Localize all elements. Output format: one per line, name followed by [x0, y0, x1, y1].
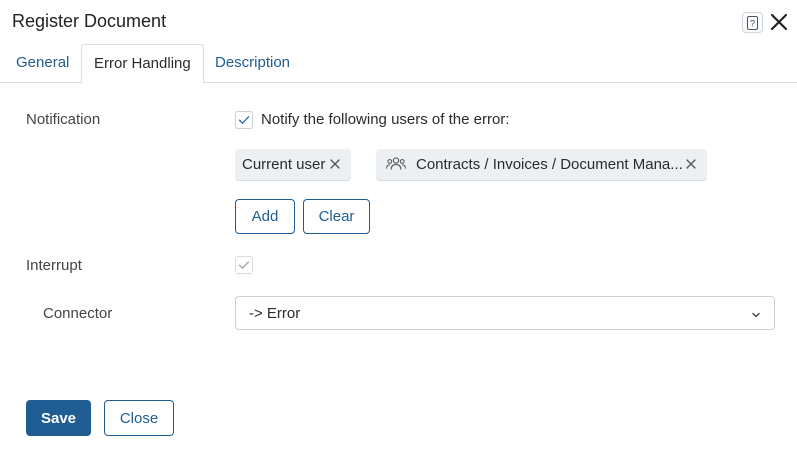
remove-chip-icon[interactable]: [683, 156, 699, 172]
interrupt-checkbox[interactable]: [235, 256, 253, 274]
tab-general[interactable]: General: [4, 44, 81, 83]
check-icon: [238, 116, 250, 124]
dialog-title: Register Document: [12, 11, 167, 31]
add-button[interactable]: Add: [235, 199, 295, 234]
check-icon: [238, 261, 250, 269]
remove-chip-icon[interactable]: [327, 156, 343, 172]
svg-text:?: ?: [750, 18, 755, 28]
interrupt-label: Interrupt: [26, 257, 82, 274]
help-icon[interactable]: ?: [742, 12, 763, 33]
save-button[interactable]: Save: [26, 400, 91, 436]
notify-checkbox-label: Notify the following users of the error:: [261, 111, 510, 128]
tab-error-handling[interactable]: Error Handling: [81, 44, 204, 84]
user-chip-group: Contracts / Invoices / Document Mana...: [376, 149, 707, 180]
chevron-down-icon: [750, 308, 762, 320]
close-icon[interactable]: [768, 11, 790, 33]
notification-label: Notification: [26, 111, 101, 128]
group-icon: [386, 156, 406, 176]
clear-button[interactable]: Clear: [303, 199, 370, 234]
user-chip-current-user: Current user: [235, 149, 351, 180]
tab-description[interactable]: Description: [203, 44, 302, 83]
chip-label: Current user: [242, 156, 326, 173]
tab-bar: General Error Handling Description: [0, 44, 797, 84]
notify-checkbox[interactable]: [235, 111, 253, 129]
connector-select[interactable]: -> Error: [235, 296, 775, 330]
connector-select-value: -> Error: [249, 305, 301, 322]
chip-label: Contracts / Invoices / Document Mana...: [416, 156, 683, 173]
close-button[interactable]: Close: [104, 400, 174, 436]
connector-label: Connector: [43, 305, 113, 322]
